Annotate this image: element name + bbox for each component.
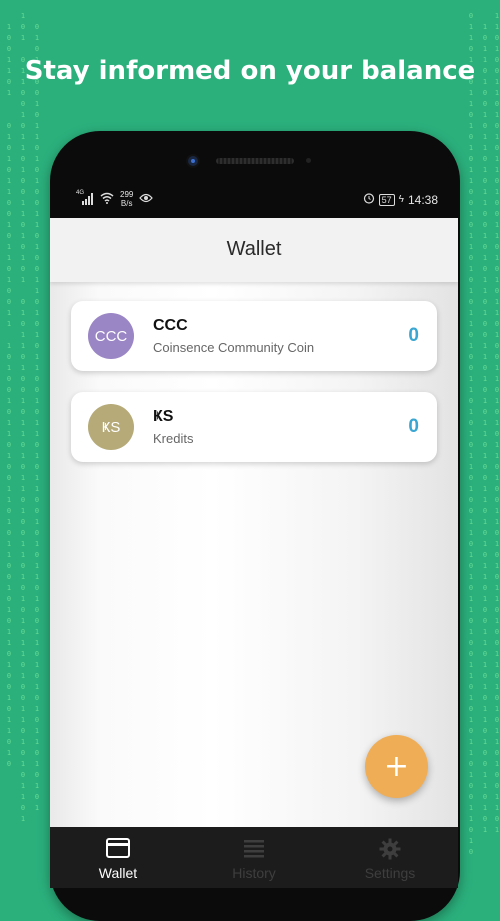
earpiece-speaker: [216, 158, 294, 164]
nav-label: Settings: [364, 865, 416, 881]
status-bar: 4G 299 B/s 57 ϟ 14:38: [64, 188, 444, 214]
wallet-card-ccc[interactable]: CCC CCC Coinsence Community Coin 0: [71, 301, 437, 371]
net-speed: 299 B/s: [120, 190, 133, 208]
promo-headline: Stay informed on your balance: [24, 56, 476, 86]
nav-label: Wallet: [98, 865, 138, 881]
signal-icon: 4G: [76, 190, 94, 205]
nav-settings[interactable]: Settings: [322, 827, 458, 888]
coin-code: ҜS: [153, 408, 174, 425]
coin-code: CCC: [153, 317, 188, 334]
nav-wallet[interactable]: Wallet: [50, 827, 186, 888]
proximity-sensor: [306, 158, 311, 163]
wallet-card-ks[interactable]: ҜS ҜS Kredits 0: [71, 392, 437, 462]
plus-icon: +: [383, 749, 410, 784]
page-title: Wallet: [226, 238, 282, 260]
front-camera: [188, 156, 198, 166]
alarm-icon: [363, 192, 375, 207]
battery-icon: 57: [378, 193, 395, 206]
coin-balance: 0: [408, 325, 419, 346]
net-speed-unit: B/s: [120, 199, 133, 208]
app-screen: Wallet CCC CCC Coinsence Community Coin …: [50, 218, 458, 888]
coin-name: Coinsence Community Coin: [153, 340, 315, 355]
coin-avatar: ҜS: [88, 404, 134, 450]
bottom-navigation: Wallet History Settings: [50, 827, 458, 888]
net-speed-value: 299: [120, 190, 134, 199]
nav-history[interactable]: History: [186, 827, 322, 888]
add-wallet-button[interactable]: +: [365, 735, 428, 798]
clock: 14:38: [407, 192, 438, 207]
app-bar: Wallet: [50, 218, 458, 282]
coin-avatar: CCC: [88, 313, 134, 359]
wifi-icon: [100, 192, 114, 207]
nav-label: History: [232, 865, 276, 881]
network-type: 4G: [76, 190, 85, 196]
coin-balance: 0: [408, 416, 419, 437]
coin-name: Kredits: [153, 431, 194, 446]
battery-level: 57: [381, 194, 392, 205]
gear-icon: [379, 838, 401, 865]
wallet-icon: [106, 838, 130, 863]
history-icon: [243, 838, 265, 863]
eye-icon: [139, 192, 154, 206]
charging-icon: ϟ: [398, 194, 404, 205]
